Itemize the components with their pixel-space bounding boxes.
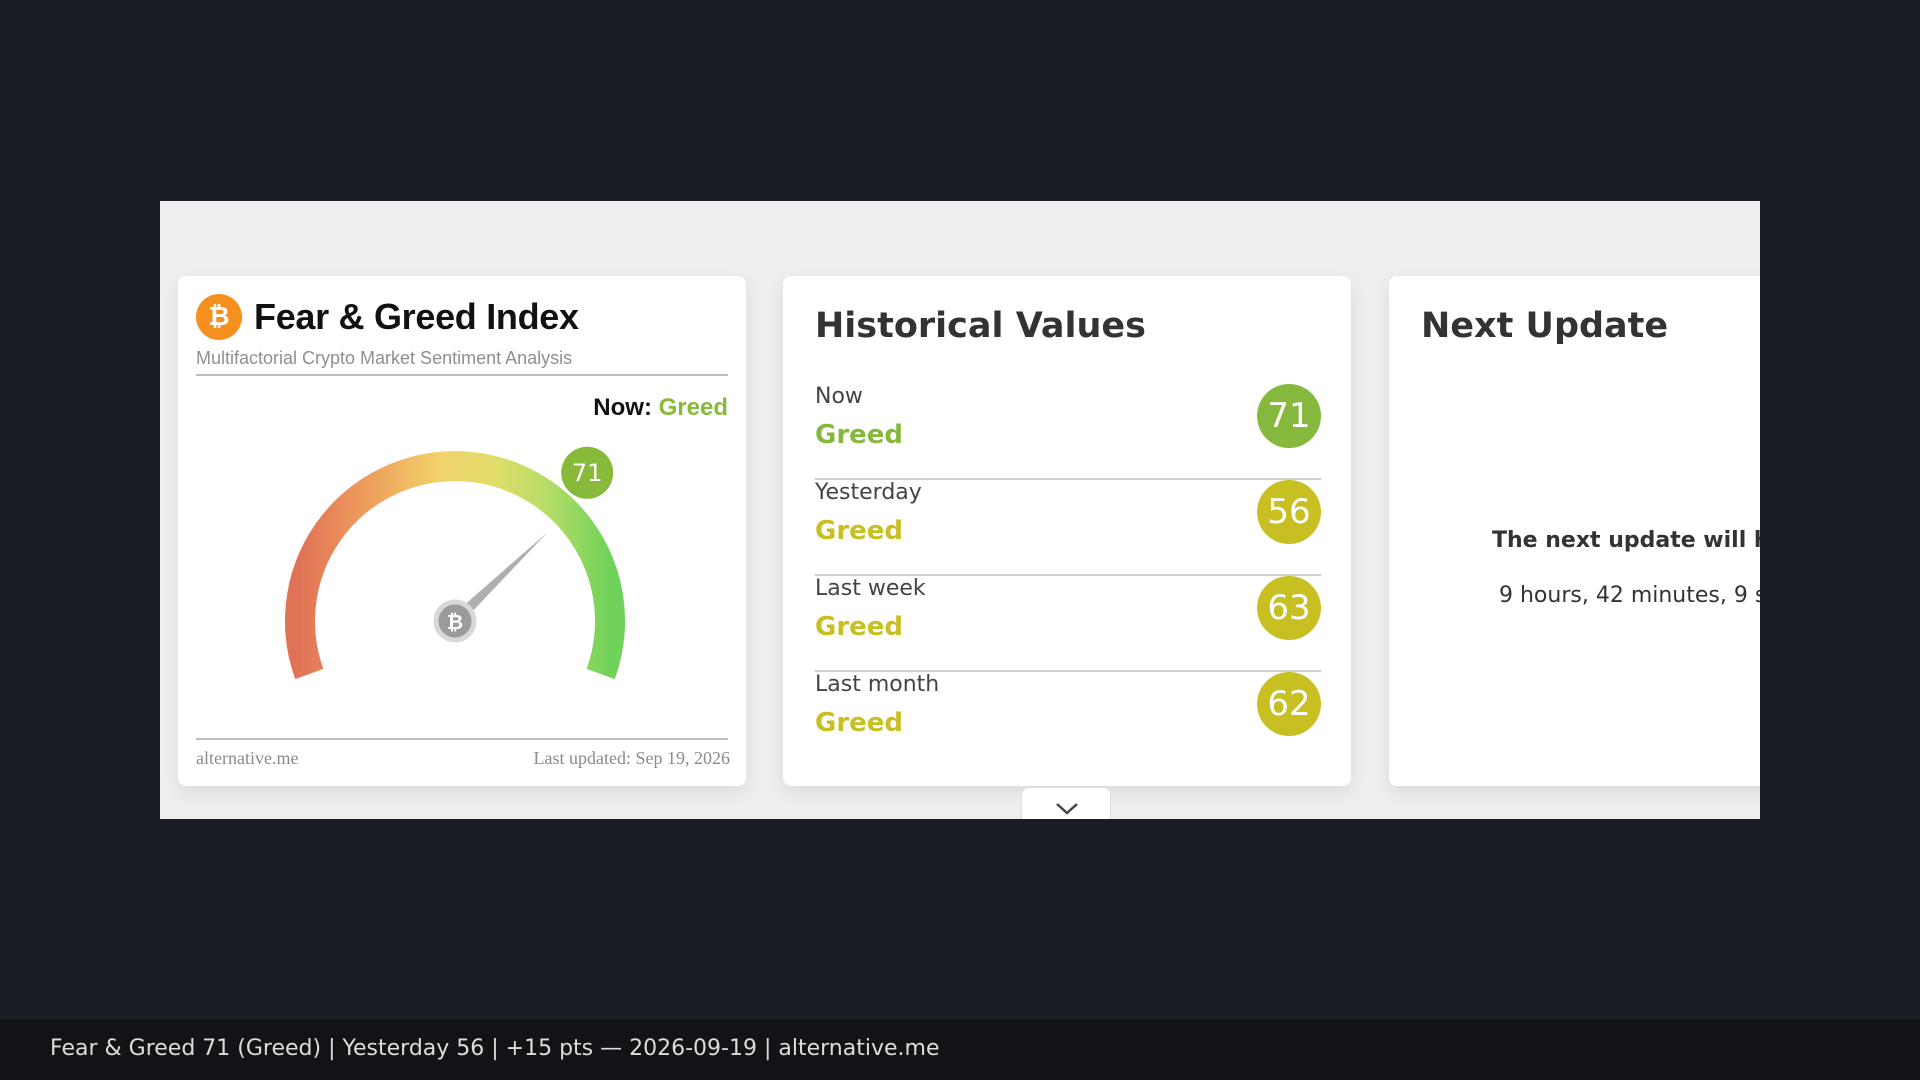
last-updated: Last updated: Sep 19, 2026 — [533, 748, 730, 768]
next-update-countdown: 9 hours, 42 minutes, 9 s — [1499, 583, 1760, 608]
card-header: ₿ Fear & Greed Index Multifactorial Cryp… — [196, 294, 728, 376]
next-update-message: The next update will ha — [1492, 528, 1760, 553]
history-classification: Greed — [815, 612, 904, 642]
hub-bitcoin-icon: ₿ — [447, 610, 463, 634]
historical-values-card: Historical Values Now Greed 71 Yesterday… — [783, 276, 1351, 786]
now-value: Greed — [658, 394, 728, 421]
fear-greed-card: ₿ Fear & Greed Index Multifactorial Cryp… — [178, 276, 746, 786]
history-value-badge: 63 — [1257, 576, 1321, 640]
historical-title: Historical Values — [815, 306, 1146, 346]
gauge-arc — [285, 451, 625, 680]
widget-frame: ₿ Fear & Greed Index Multifactorial Cryp… — [160, 201, 1760, 819]
gauge-value-badge: 71 — [561, 446, 614, 499]
history-label: Now — [815, 384, 863, 409]
history-row-yesterday: Yesterday Greed 56 — [815, 480, 1321, 576]
history-row-last-month: Last month Greed 62 — [815, 672, 1321, 768]
source-link[interactable]: alternative.me — [196, 748, 298, 769]
sentiment-gauge: ₿ 71 — [285, 446, 625, 680]
caption-bar: Fear & Greed 71 (Greed) | Yesterday 56 |… — [0, 1019, 1920, 1080]
history-row-now: Now Greed 71 — [815, 384, 1321, 480]
history-label: Last month — [815, 672, 940, 697]
now-status: Now: Greed — [593, 394, 728, 422]
bitcoin-icon: ₿ — [196, 294, 242, 340]
history-value-badge: 71 — [1257, 384, 1321, 448]
card-title: Fear & Greed Index — [254, 296, 579, 337]
history-classification: Greed — [815, 516, 904, 546]
history-classification: Greed — [815, 420, 904, 450]
history-row-last-week: Last week Greed 63 — [815, 576, 1321, 672]
expand-button[interactable] — [1021, 787, 1111, 819]
history-label: Last week — [815, 576, 926, 601]
gauge-value: 71 — [572, 459, 603, 487]
chevron-down-icon — [1056, 803, 1078, 815]
now-label: Now: — [593, 394, 652, 421]
history-value-badge: 56 — [1257, 480, 1321, 544]
next-update-card: Next Update The next update will ha 9 ho… — [1389, 276, 1760, 786]
caption-text: Fear & Greed 71 (Greed) | Yesterday 56 |… — [50, 1036, 940, 1061]
card-subtitle: Multifactorial Crypto Market Sentiment A… — [196, 348, 573, 368]
historical-list: Now Greed 71 Yesterday Greed 56 Last wee… — [815, 384, 1321, 768]
card-footer: alternative.me Last updated: Sep 19, 202… — [196, 738, 730, 768]
history-value-badge: 62 — [1257, 672, 1321, 736]
history-label: Yesterday — [815, 480, 922, 505]
history-classification: Greed — [815, 708, 904, 738]
next-update-title: Next Update — [1421, 306, 1669, 346]
